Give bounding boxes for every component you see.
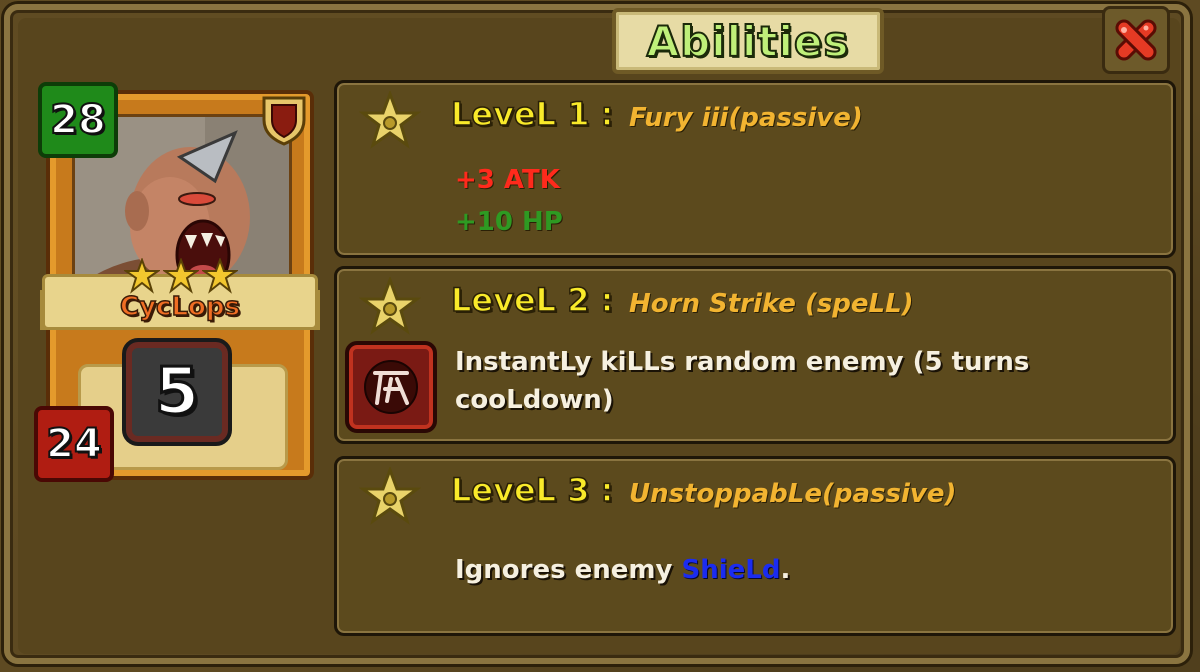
star-icon bbox=[124, 258, 160, 294]
cost-value: 5 bbox=[153, 354, 201, 431]
star-icon bbox=[202, 258, 238, 294]
ability-panel-level-2: LeveL 2 : Horn Strike (speLL) InstantLy … bbox=[334, 266, 1176, 444]
cost-gem: 5 bbox=[122, 338, 232, 446]
rarity-stars bbox=[124, 258, 238, 294]
ability-panel-level-3: LeveL 3 : UnstoppabLe(passive) Ignores e… bbox=[334, 456, 1176, 636]
shield-keyword: ShieLd bbox=[681, 555, 781, 585]
unit-name: CycLops bbox=[119, 291, 240, 323]
health-value: 24 bbox=[45, 420, 103, 468]
stat-health-bonus: +10 HP bbox=[455, 207, 563, 237]
level-label: LeveL 3 : bbox=[450, 470, 614, 510]
level-label: LeveL 2 : bbox=[450, 280, 614, 320]
level-label: LeveL 1 : bbox=[450, 94, 614, 134]
ability-description: Ignores enemy ShieLd. bbox=[455, 551, 790, 589]
ability-panel-level-1: LeveL 1 : Fury iii(passive) +3 ATK +10 H… bbox=[334, 80, 1176, 258]
ability-name: Fury iii(passive) bbox=[629, 103, 863, 133]
death-rune-icon bbox=[345, 341, 437, 433]
description-text: Ignores enemy bbox=[455, 555, 682, 585]
ability-name: Horn Strike (speLL) bbox=[629, 289, 914, 319]
close-button[interactable] bbox=[1102, 6, 1170, 74]
star-icon bbox=[359, 91, 421, 149]
attack-value: 28 bbox=[49, 96, 107, 144]
health-badge: 24 bbox=[34, 406, 114, 482]
ability-name: UnstoppabLe(passive) bbox=[629, 479, 957, 509]
description-end: . bbox=[780, 555, 791, 585]
close-icon bbox=[1115, 19, 1157, 61]
ability-description: InstantLy kiLLs random enemy (5 turns co… bbox=[455, 347, 1030, 415]
star-icon bbox=[163, 258, 199, 294]
shield-icon bbox=[258, 92, 310, 146]
star-icon bbox=[359, 467, 421, 525]
stat-attack-bonus: +3 ATK bbox=[455, 165, 560, 195]
page-title: Abilities bbox=[646, 16, 850, 67]
title-plate: Abilities bbox=[612, 8, 884, 74]
star-icon bbox=[359, 277, 421, 335]
attack-badge: 28 bbox=[38, 82, 118, 158]
